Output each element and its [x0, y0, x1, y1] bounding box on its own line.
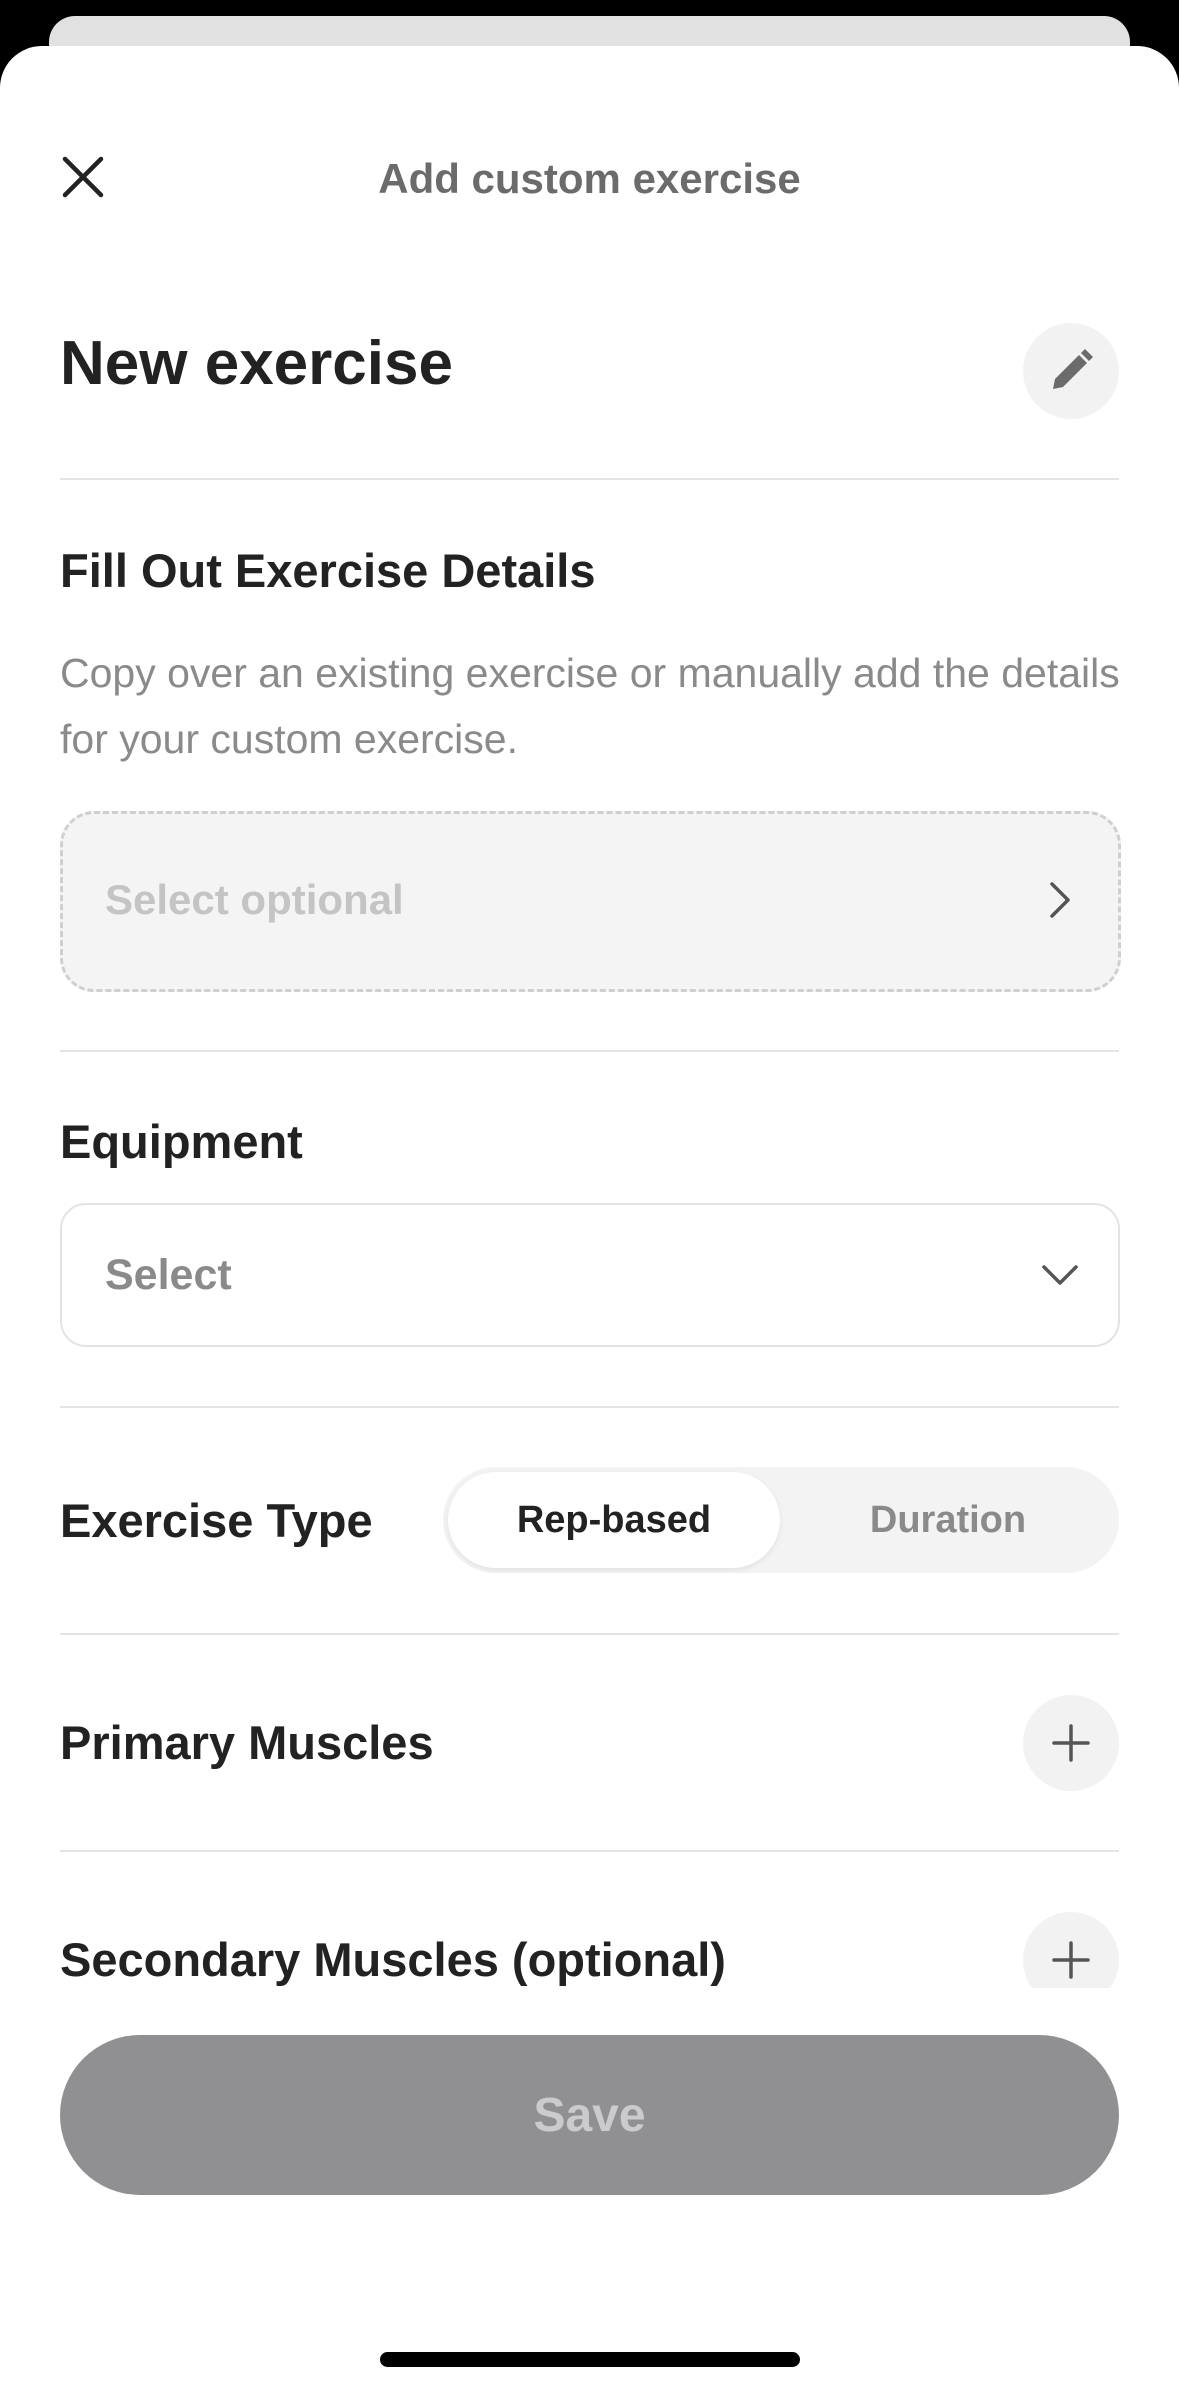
- add-secondary-muscle-button[interactable]: [1023, 1912, 1119, 1988]
- screen: Add custom exercise New exercise Fill Ou…: [0, 0, 1179, 2396]
- equipment-select-value: Select: [105, 1251, 232, 1299]
- primary-muscles-title: Primary Muscles: [60, 1716, 434, 1769]
- copy-exercise-select[interactable]: Select optional: [60, 811, 1121, 992]
- add-primary-muscle-button[interactable]: [1023, 1695, 1119, 1791]
- equipment-select[interactable]: Select: [60, 1203, 1120, 1347]
- details-description: Copy over an existing exercise or manual…: [60, 650, 1120, 762]
- copy-exercise-placeholder: Select optional: [105, 876, 404, 923]
- secondary-muscles-title: Secondary Muscles (optional): [60, 1933, 726, 1986]
- divider: [60, 1406, 1119, 1408]
- chevron-right-icon: [1050, 882, 1070, 918]
- segment-duration[interactable]: Duration: [782, 1472, 1114, 1568]
- pencil-icon: [1053, 349, 1093, 389]
- sheet-title: Add custom exercise: [378, 155, 801, 202]
- exercise-type-toggle: Rep-based Duration: [443, 1467, 1119, 1573]
- divider: [60, 1850, 1119, 1852]
- chevron-down-icon: [1042, 1265, 1078, 1285]
- divider: [60, 478, 1119, 480]
- exercise-name: New exercise: [60, 329, 453, 398]
- home-indicator: [380, 2352, 800, 2367]
- save-button[interactable]: Save: [60, 2035, 1119, 2195]
- segment-rep-based[interactable]: Rep-based: [448, 1472, 780, 1568]
- details-section-title: Fill Out Exercise Details: [60, 544, 596, 597]
- equipment-section-title: Equipment: [60, 1115, 303, 1168]
- scroll-clip: Secondary Muscles (optional): [0, 1880, 1179, 1988]
- divider: [60, 1633, 1119, 1635]
- plus-icon: [1052, 1941, 1090, 1979]
- plus-icon: [1052, 1724, 1090, 1762]
- edit-name-button[interactable]: [1023, 323, 1119, 419]
- exercise-type-title: Exercise Type: [60, 1494, 373, 1547]
- divider: [60, 1050, 1119, 1052]
